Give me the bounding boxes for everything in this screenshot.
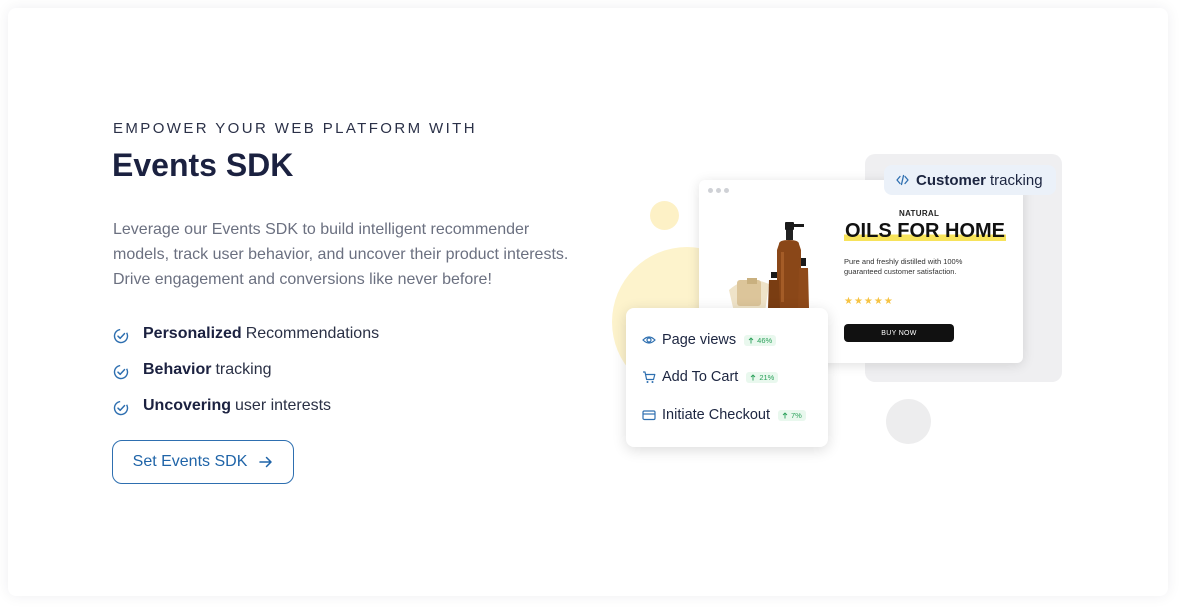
event-row-page-views: Page views 46% bbox=[642, 332, 777, 348]
customer-tracking-badge: Customer tracking bbox=[884, 165, 1056, 195]
oil-bottles-image bbox=[729, 222, 809, 312]
feature-list: Personalized Recommendations Behavior tr… bbox=[113, 316, 379, 424]
feature-item: Uncovering user interests bbox=[113, 388, 379, 424]
events-card: Page views 46% Add To Cart 21% Initiate … bbox=[626, 308, 828, 447]
feature-bold: Behavior bbox=[143, 361, 212, 378]
decorative-circle bbox=[650, 201, 679, 230]
description: Leverage our Events SDK to build intelli… bbox=[113, 221, 569, 288]
arrow-up-icon bbox=[750, 373, 756, 380]
product-brand: NATURAL bbox=[899, 209, 940, 218]
feature-bold: Uncovering bbox=[143, 397, 232, 414]
event-label: Initiate Checkout bbox=[662, 407, 771, 423]
check-circle-icon bbox=[113, 400, 129, 415]
change-value: 21% bbox=[759, 372, 775, 382]
credit-card-icon bbox=[642, 410, 656, 421]
event-label: Page views bbox=[662, 332, 737, 348]
decorative-circle bbox=[886, 399, 931, 444]
feature-item: Personalized Recommendations bbox=[113, 316, 379, 352]
event-row-add-to-cart: Add To Cart 21% bbox=[642, 369, 779, 385]
eye-icon bbox=[642, 336, 656, 344]
feature-text: user interests bbox=[235, 397, 332, 414]
feature-item: Behavior tracking bbox=[113, 352, 379, 388]
buy-now-button: BUY NOW bbox=[844, 324, 954, 342]
change-value: 7% bbox=[791, 410, 802, 420]
arrow-right-icon bbox=[259, 456, 273, 468]
rating-stars: ★★★★★ bbox=[844, 296, 894, 307]
arrow-up-icon bbox=[748, 336, 754, 343]
cta-label: Set Events SDK bbox=[132, 453, 248, 470]
event-label: Add To Cart bbox=[662, 369, 739, 385]
change-badge: 7% bbox=[778, 409, 806, 421]
feature-text: tracking bbox=[215, 361, 272, 378]
check-circle-icon bbox=[113, 364, 129, 379]
badge-text: tracking bbox=[990, 171, 1043, 189]
feature-text: Recommendations bbox=[245, 325, 380, 342]
arrow-up-icon bbox=[782, 411, 788, 418]
set-events-sdk-button[interactable]: Set Events SDK bbox=[112, 440, 294, 484]
eyebrow-text: EMPOWER YOUR WEB PLATFORM WITH bbox=[113, 120, 477, 137]
cart-icon bbox=[643, 371, 656, 383]
page-title: Events SDK bbox=[112, 147, 294, 183]
check-circle-icon bbox=[113, 328, 129, 343]
change-value: 46% bbox=[757, 335, 773, 345]
change-badge: 21% bbox=[746, 371, 779, 383]
event-row-initiate-checkout: Initiate Checkout 7% bbox=[642, 407, 806, 423]
product-description: Pure and freshly distilled with 100% gua… bbox=[844, 257, 963, 276]
code-icon bbox=[896, 174, 909, 186]
feature-bold: Personalized bbox=[143, 325, 242, 342]
product-title: OILS FOR HOME bbox=[844, 220, 1006, 243]
window-dots bbox=[708, 188, 729, 193]
badge-bold: Customer bbox=[916, 171, 987, 189]
change-badge: 46% bbox=[744, 334, 777, 346]
